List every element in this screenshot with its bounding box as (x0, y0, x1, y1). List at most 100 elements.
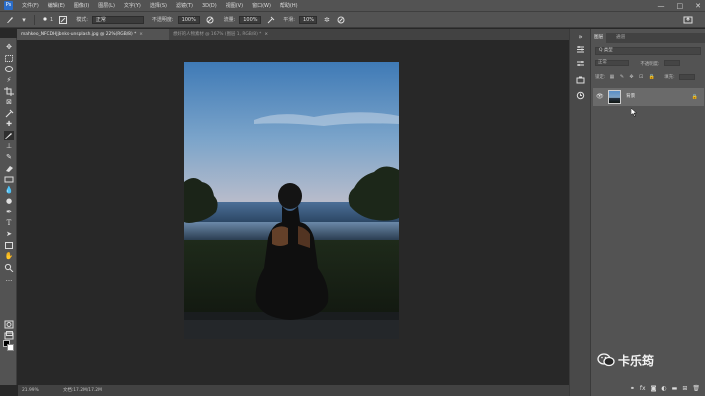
quick-mask-icon[interactable] (4, 320, 14, 329)
restore-button[interactable]: □ (677, 2, 684, 10)
layers-panel: 图层 通道 Q 类型 正常 不透明度: 锁定: ▦ ✎ ✥ ⊡ 🔒 填充: 👁 … (590, 29, 705, 396)
lock-all-icon[interactable]: 🔒 (649, 74, 655, 80)
smoothing-input[interactable]: 10% (298, 15, 317, 24)
background-color-swatch[interactable] (7, 344, 14, 351)
link-layers-icon[interactable]: ⚭ (630, 385, 635, 392)
pressure-size-icon[interactable] (337, 16, 345, 24)
type-tool-icon[interactable]: T (4, 219, 14, 228)
magic-wand-tool-icon[interactable]: ⚡ (4, 76, 14, 85)
lock-icon[interactable]: 🔒 (692, 93, 698, 101)
share-icon[interactable] (683, 16, 693, 24)
tab-document-2[interactable]: 想好的人物素材 @ 167% (图层 1, RGB/8) * × (169, 29, 304, 40)
dodge-tool-icon[interactable]: ● (4, 197, 14, 206)
layer-opacity-input[interactable] (663, 60, 680, 66)
collapse-panels-icon[interactable]: » (576, 33, 585, 42)
app-logo: Ps (4, 1, 13, 10)
layer-name[interactable]: 背景 (626, 93, 635, 101)
brush-size-preview[interactable] (41, 16, 49, 24)
minimize-button[interactable]: — (658, 2, 665, 10)
pen-tool-icon[interactable]: ✒ (4, 208, 14, 217)
mode-label: 模式: (76, 17, 88, 23)
document-size-info[interactable]: 文档:17.2M/17.2M (63, 385, 102, 396)
chevron-down-icon[interactable]: ▾ (20, 16, 28, 24)
brush-tool-icon[interactable] (4, 131, 14, 140)
rectangle-tool-icon[interactable] (4, 241, 14, 250)
options-bar: ▾ 1 模式: 正常 不透明度: 100% 流量: 100% 平滑: 10% ✲ (0, 11, 705, 28)
gradient-tool-icon[interactable] (4, 175, 14, 184)
adjustments-panel-icon[interactable] (576, 59, 585, 68)
move-tool-icon[interactable]: ✥ (4, 43, 14, 52)
menu-type[interactable]: 文字(Y) (124, 2, 141, 9)
fill-input[interactable] (678, 73, 695, 80)
layer-style-icon[interactable]: fx (640, 385, 646, 392)
zoom-level[interactable]: 21.99% (22, 385, 39, 396)
more-tools-icon[interactable]: ··· (4, 277, 14, 286)
properties-panel-icon[interactable] (576, 45, 585, 54)
screen-mode-icon[interactable] (4, 331, 14, 340)
menu-help[interactable]: 帮助(H) (280, 2, 298, 9)
history-brush-tool-icon[interactable]: ✎ (4, 153, 14, 162)
document-tab-bar: mahkeo_NFCDHJjbnks-unsplash.jpg @ 22%(RG… (17, 29, 569, 40)
layer-thumbnail (608, 90, 621, 104)
lasso-tool-icon[interactable] (4, 65, 14, 74)
menu-edit[interactable]: 编辑(E) (48, 2, 65, 9)
hand-tool-icon[interactable]: ✋ (4, 252, 14, 261)
flow-input[interactable]: 100% (239, 15, 262, 24)
blend-mode-select[interactable]: 正常 (595, 60, 629, 66)
menu-window[interactable]: 窗口(W) (252, 2, 271, 9)
menu-file[interactable]: 文件(F) (22, 2, 39, 9)
zoom-tool-icon[interactable] (4, 263, 14, 273)
lock-transparency-icon[interactable]: ▦ (610, 74, 615, 80)
tab-label: mahkeo_NFCDHJjbnks-unsplash.jpg @ 22%(RG… (21, 32, 137, 37)
menu-image[interactable]: 图像(I) (74, 2, 89, 9)
layer-kind-filter[interactable]: Q 类型 (595, 47, 701, 55)
lock-position-icon[interactable]: ✥ (629, 74, 633, 80)
clone-stamp-tool-icon[interactable]: ⊥ (4, 142, 14, 151)
new-group-icon[interactable]: ▬ (672, 385, 678, 392)
photo-woman-sunset-view (184, 62, 399, 339)
eyedropper-tool-icon[interactable] (4, 109, 14, 118)
adjustment-layer-icon[interactable]: ◐ (661, 385, 666, 392)
history-panel-icon[interactable] (576, 91, 585, 100)
watermark-text: 卡乐筠 (618, 353, 655, 368)
lock-image-icon[interactable]: ✎ (620, 74, 624, 80)
layers-panel-footer: ⚭ fx ◙ ◐ ▬ ⊞ 🗑 (591, 381, 705, 396)
healing-brush-tool-icon[interactable]: ✚ (4, 120, 14, 129)
layer-row-background[interactable]: 👁 背景 🔒 (593, 88, 704, 106)
marquee-tool-icon[interactable] (4, 54, 14, 63)
learn-panel-icon[interactable] (576, 76, 585, 85)
tab-document-1[interactable]: mahkeo_NFCDHJjbnks-unsplash.jpg @ 22%(RG… (17, 29, 169, 40)
menu-filter[interactable]: 滤镜(T) (176, 2, 193, 9)
brush-panel-icon[interactable] (59, 15, 68, 24)
tab-layers[interactable]: 图层 (591, 33, 607, 43)
delete-layer-icon[interactable]: 🗑 (692, 385, 700, 392)
frame-tool-icon[interactable]: ⊠ (4, 98, 14, 107)
mode-select[interactable]: 正常 (91, 15, 144, 24)
menu-3d[interactable]: 3D(D) (202, 3, 217, 9)
path-selection-tool-icon[interactable]: ➤ (4, 230, 14, 239)
eraser-tool-icon[interactable] (4, 164, 14, 173)
divider (34, 14, 35, 25)
photoshop-window: Ps 文件(F) 编辑(E) 图像(I) 图层(L) 文字(Y) 选择(S) 滤… (0, 0, 705, 396)
close-icon[interactable]: × (139, 32, 143, 37)
document-canvas-image[interactable] (184, 62, 399, 339)
eye-icon[interactable]: 👁 (596, 93, 604, 101)
layer-mask-icon[interactable]: ◙ (651, 385, 657, 392)
crop-tool-icon[interactable] (4, 87, 14, 96)
opacity-pressure-icon[interactable] (206, 16, 214, 24)
menu-view[interactable]: 视图(V) (226, 2, 243, 9)
airbrush-icon[interactable] (267, 16, 275, 24)
menu-select[interactable]: 选择(S) (150, 2, 167, 9)
brush-icon[interactable] (6, 16, 14, 24)
blur-tool-icon[interactable]: 💧 (4, 186, 14, 195)
menu-layer[interactable]: 图层(L) (98, 2, 115, 9)
gear-icon[interactable]: ✲ (323, 16, 331, 24)
status-bar: 21.99% 文档:17.2M/17.2M (18, 385, 569, 396)
tab-channels[interactable]: 通道 (613, 33, 628, 43)
new-layer-icon[interactable]: ⊞ (682, 385, 687, 392)
opacity-input[interactable]: 100% (177, 15, 200, 24)
close-icon[interactable]: × (264, 32, 268, 37)
close-button[interactable]: ✕ (695, 2, 701, 10)
lock-artboard-icon[interactable]: ⊡ (639, 74, 643, 80)
blend-mode-row: 正常 不透明度: (595, 60, 701, 68)
